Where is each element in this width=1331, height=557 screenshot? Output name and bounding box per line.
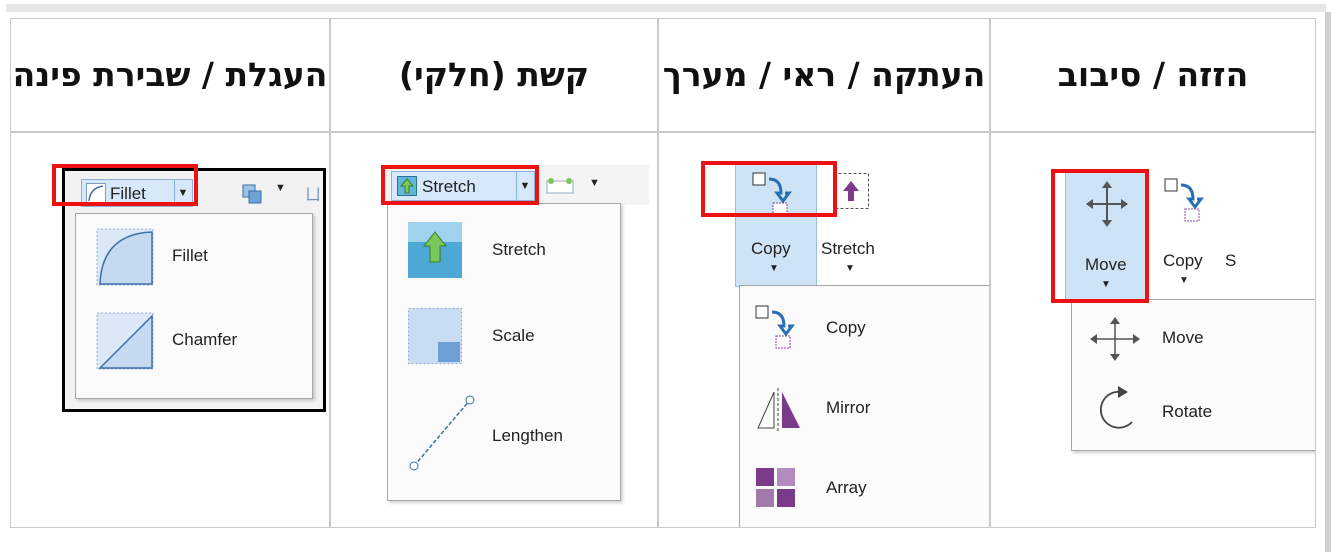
stretch-ribbon-dropdown-icon[interactable]: ▼ — [845, 263, 855, 274]
menu-item-fillet[interactable]: Fillet — [80, 224, 306, 290]
fillet-large-icon — [96, 228, 154, 286]
rotate-icon — [1099, 386, 1133, 429]
fillet-dropdown-menu: Fillet Chamfer — [75, 213, 313, 399]
menu-item-fillet-label: Fillet — [172, 246, 208, 265]
copy-screenshot-cell: Copy ▼ Stretch ▼ Copy Mirror Array — [658, 132, 990, 528]
menu-item-move-label: Move — [1162, 328, 1204, 347]
join-icon[interactable] — [241, 183, 265, 205]
stretch-large-icon — [408, 222, 462, 278]
copy-ribbon-dropdown-icon[interactable]: ▼ — [769, 263, 779, 274]
fillet-highlight-box — [52, 164, 198, 206]
menu-item-rotate-label: Rotate — [1162, 402, 1213, 421]
menu-item-stretch-label: Stretch — [492, 240, 546, 259]
stretch-ribbon-label: Stretch — [821, 239, 875, 258]
copy-ribbon-button-2[interactable]: Copy ▼ — [1155, 175, 1215, 295]
menu-item-scale[interactable]: Scale — [392, 298, 616, 378]
move-menu-icon — [1090, 317, 1140, 361]
menu-item-copy-label: Copy — [826, 318, 866, 337]
move-dropdown-menu: Move Rotate — [1071, 299, 1315, 451]
break-icon[interactable] — [545, 175, 575, 195]
header-copy-text: העתקה / ראי / מערך — [662, 55, 986, 94]
menu-item-scale-label: Scale — [492, 326, 535, 345]
menu-item-mirror[interactable]: Mirror — [740, 378, 980, 442]
chamfer-large-icon — [96, 312, 154, 370]
header-stretch-text: קשת (חלקי) — [398, 55, 590, 94]
copy-highlight-box — [701, 161, 837, 217]
array-icon — [756, 468, 795, 507]
menu-item-lengthen[interactable]: Lengthen — [392, 386, 616, 486]
stretch-highlight-box — [381, 165, 539, 205]
copy-dropdown-menu: Copy Mirror Array — [739, 285, 989, 527]
header-move-text: הזזה / סיבוב — [1057, 55, 1249, 94]
copy-ribbon-label: Copy — [751, 239, 791, 258]
copy-menu-icon — [755, 305, 795, 349]
header-copy: העתקה / ראי / מערך — [658, 18, 990, 132]
menu-item-rotate[interactable]: Rotate — [1072, 378, 1308, 444]
menu-item-chamfer-label: Chamfer — [172, 330, 238, 349]
header-move: הזזה / סיבוב — [990, 18, 1316, 132]
mirror-icon — [757, 388, 800, 432]
fillet-screenshot-cell: Fillet ▼ ▼ ㄩ Fillet Chamfer — [10, 132, 330, 528]
menu-item-stretch[interactable]: Stretch — [392, 212, 616, 292]
truncated-ribbon-label: S — [1225, 251, 1237, 270]
right-scroll-edge — [1325, 12, 1331, 552]
join-dropdown-arrow-icon[interactable]: ▼ — [275, 182, 286, 194]
move-screenshot-cell: Move ▼ Copy ▼ S Move Rotate — [990, 132, 1316, 528]
header-fillet: העגלת / שבירת פינה — [10, 18, 330, 132]
menu-item-move[interactable]: Move — [1072, 308, 1308, 370]
commands-table: העגלת / שבירת פינה קשת (חלקי) העתקה / רא… — [10, 18, 1316, 528]
stretch-ribbon-icon — [833, 173, 869, 209]
copy-ribbon-label-2: Copy — [1163, 251, 1203, 270]
menu-item-chamfer[interactable]: Chamfer — [80, 308, 306, 374]
lengthen-large-icon — [409, 395, 475, 471]
menu-item-array[interactable]: Array — [740, 458, 980, 522]
menu-item-array-label: Array — [826, 478, 867, 497]
scale-large-icon — [408, 308, 462, 364]
menu-item-mirror-label: Mirror — [826, 398, 871, 417]
copy-ribbon-dropdown-icon-2[interactable]: ▼ — [1179, 275, 1189, 286]
menu-item-lengthen-label: Lengthen — [492, 426, 563, 445]
header-stretch: קשת (חלקי) — [330, 18, 658, 132]
truncated-tool-icon: ㄩ — [305, 187, 322, 204]
break-dropdown-arrow-icon[interactable]: ▼ — [589, 177, 600, 189]
copy-small-ribbon-icon — [1164, 178, 1204, 222]
stretch-dropdown-menu: Stretch Scale Lengthen — [387, 203, 621, 501]
header-fillet-text: העגלת / שבירת פינה — [12, 55, 328, 94]
stretch-screenshot-cell: Stretch ▼ ▼ Stretch Scale Lengthen — [330, 132, 658, 528]
menu-item-copy[interactable]: Copy — [740, 298, 980, 362]
move-highlight-box — [1051, 169, 1149, 303]
